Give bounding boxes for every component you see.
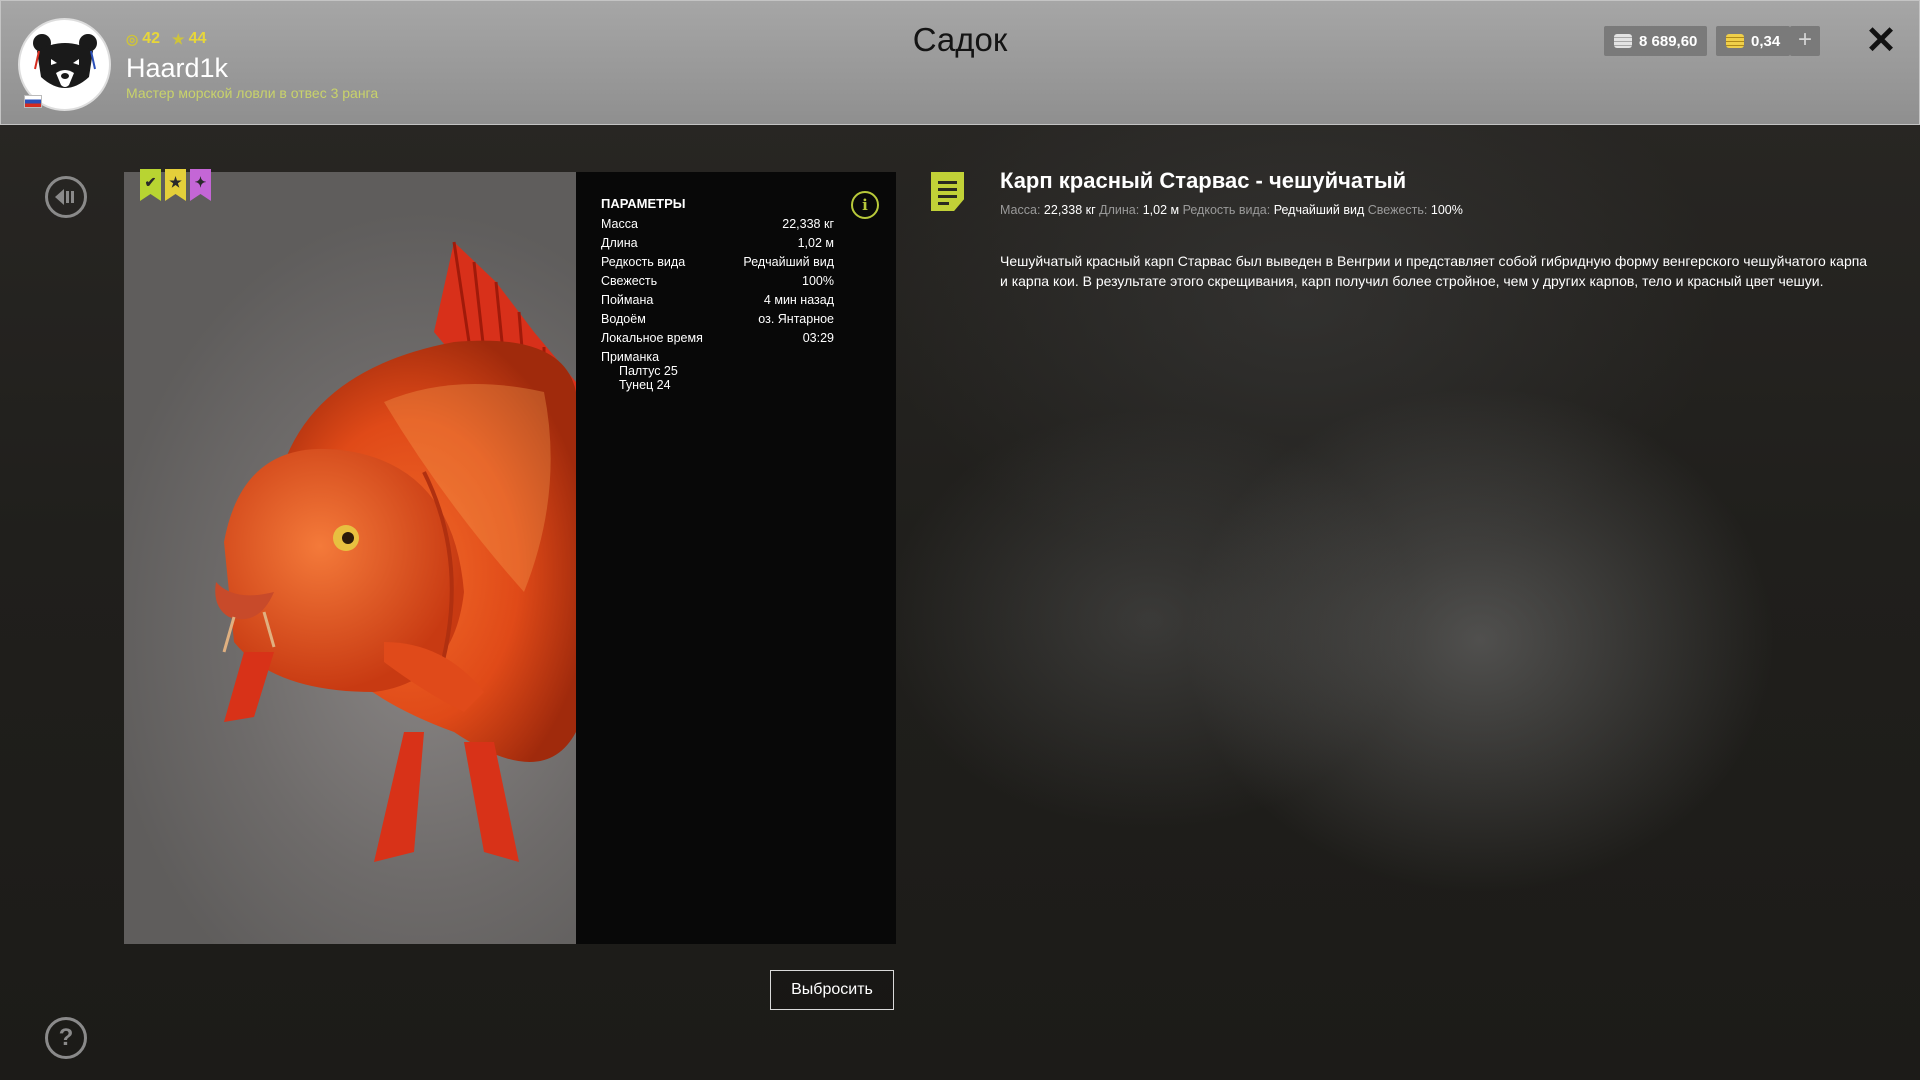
gold-value: 0,34 xyxy=(1751,32,1781,50)
param-label: Масса xyxy=(601,217,638,231)
help-button[interactable]: ? xyxy=(45,1017,87,1059)
bait-item: Палтус 25 xyxy=(619,364,678,378)
silver-value: 8 689,60 xyxy=(1639,32,1698,50)
param-label: Редкость вида xyxy=(601,255,686,269)
length-value: 1,02 м xyxy=(1142,203,1180,217)
gold-balance: 0,34 xyxy=(1716,26,1791,56)
red-carp-illustration xyxy=(215,241,576,862)
back-button[interactable] xyxy=(45,176,87,218)
rarity-label: Редкость вида: xyxy=(1182,203,1271,217)
param-row-local-time: Локальное время 03:29 xyxy=(601,331,834,345)
fish-image xyxy=(124,172,576,944)
param-row-waterbody: Водоём оз. Янтарное xyxy=(601,312,834,326)
param-row-freshness: Свежесть 100% xyxy=(601,274,834,288)
param-row-mass: Масса 22,338 кг xyxy=(601,217,834,231)
player-rank: Мастер морской ловли в отвес 3 ранга xyxy=(126,85,379,101)
param-row-caught: Поймана 4 мин назад xyxy=(601,293,834,307)
param-label: Поймана xyxy=(601,293,654,307)
bait-item: Тунец 24 xyxy=(619,378,671,392)
param-value: 22,338 кг xyxy=(782,217,834,231)
close-button[interactable]: ✕ xyxy=(1863,22,1899,60)
fish-name: Карп красный Старвас - чешуйчатый xyxy=(1000,168,1407,193)
info-icon[interactable]: i xyxy=(851,191,879,219)
silver-balance: 8 689,60 xyxy=(1604,26,1708,56)
trophy-check-badge-icon: ✔ xyxy=(140,169,161,201)
add-currency-button[interactable]: + xyxy=(1790,26,1820,56)
country-flag-icon xyxy=(24,95,42,108)
top-bar: ◎ 42 ★ 44 Haard1k Мастер морской ловли в… xyxy=(0,0,1920,125)
param-row-length: Длина 1,02 м xyxy=(601,236,834,250)
param-value: 4 мин назад xyxy=(763,293,834,307)
rarity-value: Редчайший вид xyxy=(1273,203,1365,217)
fish-description: Чешуйчатый красный карп Старвас был выве… xyxy=(1000,253,1868,289)
fish-meta: Масса: 22,338 кг Длина: 1,02 м Редкость … xyxy=(1000,203,1463,217)
param-label: Водоём xyxy=(601,312,646,326)
freshness-value: 100% xyxy=(1430,203,1463,217)
params-panel: ПАРАМЕТРЫ i Масса 22,338 кг Длина 1,02 м… xyxy=(576,172,896,944)
trophy-star-badge-icon: ★ xyxy=(165,169,186,201)
bait-title: Приманка xyxy=(601,350,660,364)
release-button[interactable]: Выбросить xyxy=(770,970,894,1010)
mass-label: Масса: xyxy=(1000,203,1041,217)
param-value: Редчайший вид xyxy=(743,255,834,269)
question-icon: ? xyxy=(58,1024,74,1051)
param-value: 03:29 xyxy=(802,331,834,345)
param-value: 1,02 м xyxy=(797,236,834,250)
back-arrow-icon xyxy=(55,189,74,205)
mass-value: 22,338 кг xyxy=(1043,203,1096,217)
param-label: Свежесть xyxy=(601,274,658,288)
document-icon xyxy=(931,172,964,211)
param-row-rarity: Редкость вида Редчайший вид xyxy=(601,255,834,269)
param-label: Локальное время xyxy=(601,331,703,345)
param-value: оз. Янтарное xyxy=(758,312,834,326)
unique-badge-icon: ✦ xyxy=(190,169,211,201)
silver-coins-icon xyxy=(1614,34,1632,48)
param-value: 100% xyxy=(802,274,834,288)
freshness-label: Свежесть: xyxy=(1367,203,1428,217)
params-title: ПАРАМЕТРЫ xyxy=(601,196,686,211)
length-label: Длина: xyxy=(1099,203,1140,217)
fish-badges: ✔ ★ ✦ xyxy=(140,169,211,201)
param-label: Длина xyxy=(601,236,638,250)
gold-coins-icon xyxy=(1726,34,1744,48)
